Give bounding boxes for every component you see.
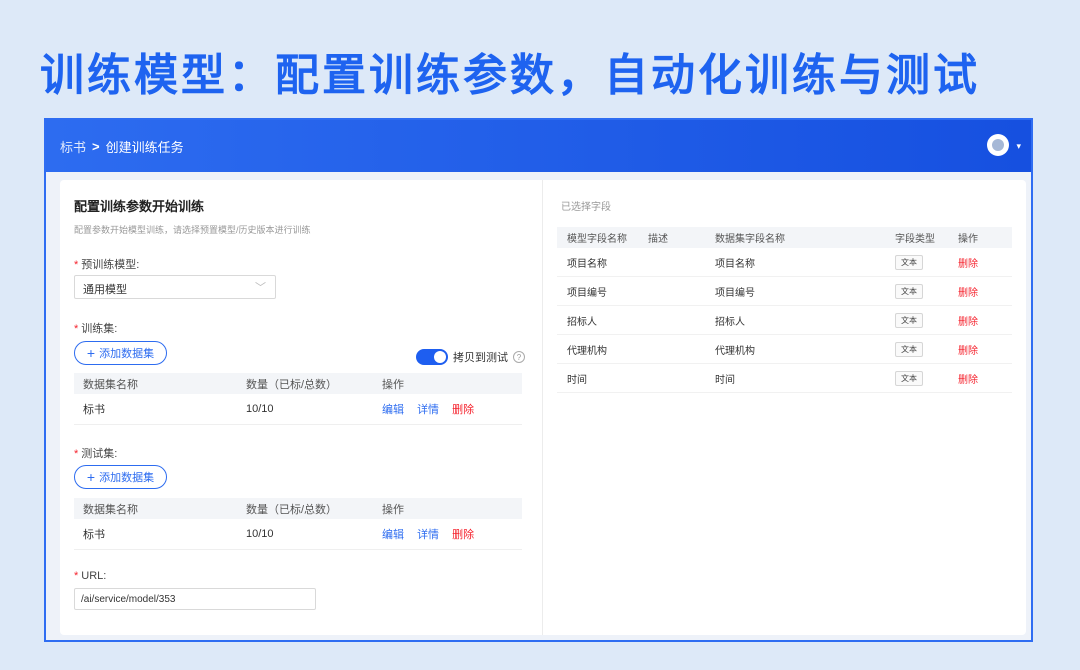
header-model-field: 模型字段名称 [567, 234, 627, 245]
train-dataset-table: 数据集名称 数量（已标/总数） 操作 标书 10/10 编辑 详情 删除 [74, 373, 522, 425]
header-description: 描述 [648, 234, 668, 245]
edit-link[interactable]: 编辑 [382, 529, 404, 541]
breadcrumb-separator: > [92, 138, 100, 154]
section-description: 配置参数开始模型训练，请选择预置模型/历史版本进行训练 [74, 225, 311, 235]
table-header: 数据集名称 数量（已标/总数） 操作 [74, 373, 522, 394]
delete-link[interactable]: 删除 [958, 255, 1012, 270]
fields-table: 模型字段名称 描述 数据集字段名称 字段类型 操作 项目名称 项目名称 文本 删… [557, 227, 1012, 393]
header-count: 数量（已标/总数） [246, 378, 338, 391]
delete-link[interactable]: 删除 [958, 284, 1012, 299]
app-window: 标书 > 创建训练任务 ▾ 配置训练参数开始训练 配置参数开始模型训练，请选择预… [44, 118, 1033, 642]
model-field-name: 项目名称 [567, 258, 607, 270]
delete-link[interactable]: 删除 [958, 342, 1012, 357]
url-input[interactable]: /ai/service/model/353 [74, 588, 316, 610]
add-train-dataset-button[interactable]: + 添加数据集 [74, 341, 167, 365]
panel-divider [542, 180, 543, 635]
table-row: 标书 10/10 编辑 详情 删除 [74, 394, 522, 425]
field-type-tag: 文本 [895, 312, 923, 328]
detail-link[interactable]: 详情 [417, 529, 439, 541]
dataset-name: 标书 [83, 529, 105, 541]
model-field-name: 招标人 [567, 316, 597, 328]
required-mark: * [74, 448, 79, 460]
detail-link[interactable]: 详情 [417, 404, 439, 416]
delete-link[interactable]: 删除 [958, 371, 1012, 386]
question-icon[interactable]: ? [513, 351, 525, 363]
dataset-count: 10/10 [246, 403, 274, 415]
selected-fields-panel: 已选择字段 模型字段名称 描述 数据集字段名称 字段类型 操作 项目名称 项目名… [557, 180, 1012, 635]
test-set-label: * 测试集: [74, 448, 118, 460]
required-mark: * [74, 259, 79, 271]
table-header: 模型字段名称 描述 数据集字段名称 字段类型 操作 [557, 227, 1012, 248]
chevron-down-icon[interactable]: ▾ [1016, 141, 1021, 152]
table-row: 项目名称 项目名称 文本 删除 [557, 248, 1012, 277]
model-field-name: 项目编号 [567, 287, 607, 299]
delete-link[interactable]: 删除 [958, 313, 1012, 328]
table-row: 招标人 招标人 文本 删除 [557, 306, 1012, 335]
dataset-field-name: 招标人 [715, 316, 745, 328]
delete-link[interactable]: 删除 [452, 529, 474, 541]
dataset-count: 10/10 [246, 528, 274, 540]
field-type-tag: 文本 [895, 370, 923, 386]
model-label: * 预训练模型: [74, 259, 140, 271]
header-dataset-field: 数据集字段名称 [715, 234, 785, 245]
required-mark: * [74, 323, 79, 335]
user-icon [992, 139, 1004, 151]
model-field-name: 时间 [567, 374, 587, 386]
plus-icon: + [86, 345, 96, 361]
add-test-dataset-button[interactable]: + 添加数据集 [74, 465, 167, 489]
train-set-label: * 训练集: [74, 323, 118, 335]
field-type-tag: 文本 [895, 254, 923, 270]
table-row: 标书 10/10 编辑 详情 删除 [74, 519, 522, 550]
table-row: 代理机构 代理机构 文本 删除 [557, 335, 1012, 364]
config-panel: 配置训练参数开始训练 配置参数开始模型训练，请选择预置模型/历史版本进行训练 *… [60, 180, 542, 635]
field-type-tag: 文本 [895, 283, 923, 299]
copy-to-test-control: 拷贝到测试 ? [416, 349, 525, 365]
breadcrumb-root[interactable]: 标书 [60, 137, 86, 156]
model-field-name: 代理机构 [567, 345, 607, 357]
table-header: 数据集名称 数量（已标/总数） 操作 [74, 498, 522, 519]
content-card: 配置训练参数开始训练 配置参数开始模型训练，请选择预置模型/历史版本进行训练 *… [60, 180, 1026, 635]
table-row: 时间 时间 文本 删除 [557, 364, 1012, 393]
copy-to-test-label: 拷贝到测试 [453, 352, 508, 364]
dataset-field-name: 项目编号 [715, 287, 755, 299]
model-select-value: 通用模型 [83, 284, 127, 296]
chevron-down-icon: ﹀ [255, 282, 266, 294]
top-bar: 标书 > 创建训练任务 ▾ [46, 120, 1031, 172]
plus-icon: + [86, 469, 96, 485]
url-label: * URL: [74, 570, 107, 582]
dataset-field-name: 项目名称 [715, 258, 755, 270]
dataset-field-name: 时间 [715, 374, 735, 386]
field-type-tag: 文本 [895, 341, 923, 357]
fields-title: 已选择字段 [561, 202, 611, 213]
model-select[interactable]: 通用模型 ﹀ [74, 275, 276, 299]
header-dataset-name: 数据集名称 [83, 503, 138, 516]
edit-link[interactable]: 编辑 [382, 404, 404, 416]
breadcrumb-current: 创建训练任务 [105, 139, 184, 155]
header-count: 数量（已标/总数） [246, 503, 338, 516]
dataset-field-name: 代理机构 [715, 345, 755, 357]
delete-link[interactable]: 删除 [452, 404, 474, 416]
table-row: 项目编号 项目编号 文本 删除 [557, 277, 1012, 306]
header-actions: 操作 [382, 503, 404, 516]
dataset-name: 标书 [83, 404, 105, 416]
test-dataset-table: 数据集名称 数量（已标/总数） 操作 标书 10/10 编辑 详情 删除 [74, 498, 522, 550]
header-actions: 操作 [958, 234, 978, 245]
header-actions: 操作 [382, 378, 404, 391]
header-dataset-name: 数据集名称 [83, 378, 138, 391]
page-headline: 训练模型：配置训练参数，自动化训练与测试 [40, 50, 980, 101]
toggle-knob [434, 351, 446, 363]
section-title: 配置训练参数开始训练 [74, 199, 205, 214]
header-field-type: 字段类型 [895, 234, 935, 245]
user-avatar[interactable] [987, 134, 1009, 156]
copy-to-test-toggle[interactable] [416, 349, 448, 365]
required-mark: * [74, 570, 79, 582]
